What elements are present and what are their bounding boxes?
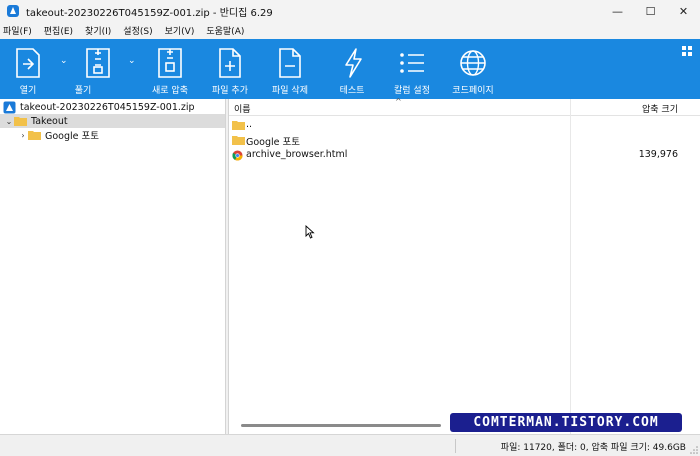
column-header-compressed-size[interactable]: 압축 크기 [642, 102, 678, 115]
column-settings-label: 칼럼 설정 [394, 86, 430, 96]
resize-grip-icon[interactable] [690, 446, 698, 454]
menu-file[interactable]: 파일(F) [3, 24, 32, 37]
status-separator [455, 439, 456, 453]
watermark: COMTERMAN.TISTORY.COM [450, 413, 682, 432]
add-file-label: 파일 추가 [212, 86, 248, 96]
title-bar: takeout-20230226T045159Z-001.zip - 반디집 6… [0, 0, 700, 22]
test-label: 테스트 [339, 86, 365, 96]
codepage-label: 코드페이지 [452, 86, 494, 96]
chevron-right-icon[interactable]: › [18, 131, 28, 140]
list-columns-icon [400, 53, 424, 73]
extract-label: 풀기 [74, 86, 92, 96]
folder-icon [28, 131, 41, 140]
new-archive-icon [158, 48, 182, 78]
window-title: takeout-20230226T045159Z-001.zip - 반디집 6… [26, 7, 273, 19]
delete-file-button[interactable]: 파일 삭제 [260, 39, 320, 99]
lightning-icon [345, 48, 362, 78]
folder-up-icon [232, 121, 245, 130]
close-button[interactable]: ✕ [667, 0, 700, 22]
chrome-html-icon [232, 150, 243, 161]
maximize-button[interactable]: ☐ [634, 0, 667, 22]
delete-file-icon [279, 48, 301, 78]
mouse-cursor-icon [305, 225, 315, 239]
file-name: Google 포토 [246, 137, 301, 148]
open-label: 열기 [19, 86, 37, 96]
extract-zip-icon [86, 48, 110, 78]
codepage-button[interactable]: 코드페이지 [442, 39, 504, 99]
view-grid-icon[interactable] [682, 46, 692, 56]
open-archive-icon [16, 48, 40, 78]
status-text: 파일: 11720, 폴더: 0, 압축 파일 크기: 49.6GB [500, 443, 686, 453]
globe-icon [460, 50, 486, 76]
folder-icon [232, 136, 245, 145]
add-file-button[interactable]: 파일 추가 [200, 39, 260, 99]
menu-edit[interactable]: 편집(E) [44, 24, 73, 37]
tree-archive-label: takeout-20230226T045159Z-001.zip [20, 101, 195, 113]
status-bar: 파일: 11720, 폴더: 0, 압축 파일 크기: 49.6GB [0, 434, 700, 456]
new-archive-button[interactable]: 새로 압축 [140, 39, 200, 99]
delete-file-label: 파일 삭제 [272, 86, 308, 96]
tree-takeout-label: Takeout [31, 115, 68, 127]
minimize-button[interactable]: — [601, 0, 634, 22]
add-file-icon [219, 48, 241, 78]
extract-button[interactable]: 풀기 [70, 39, 125, 99]
menu-view[interactable]: 보기(V) [165, 24, 195, 37]
column-header: ^ 이름 압축 크기 [229, 97, 700, 116]
tree-google-photos-label: Google 포토 [45, 131, 100, 142]
chevron-down-icon[interactable]: ⌄ [4, 117, 14, 126]
list-item-parent[interactable]: .. [229, 118, 700, 132]
zip-archive-icon [3, 101, 16, 113]
tree-item-google-photos[interactable]: › Google 포토 [18, 128, 100, 143]
toolbar: 열기 ⌄ 풀기 ⌄ 새로 압축 파일 추가 파일 삭제 테스트 칼럼 설정 코드… [0, 39, 700, 99]
window-controls: — ☐ ✕ [601, 0, 700, 22]
test-button[interactable]: 테스트 [325, 39, 380, 99]
folder-icon [14, 117, 27, 126]
extract-dropdown-arrow-icon[interactable]: ⌄ [128, 56, 136, 66]
open-dropdown-arrow-icon[interactable]: ⌄ [60, 56, 68, 66]
folder-tree: takeout-20230226T045159Z-001.zip ⌄ Takeo… [0, 99, 225, 434]
file-name: .. [246, 119, 253, 130]
file-list: ^ 이름 압축 크기 .. Google 포토 archive_browser.… [229, 97, 700, 434]
file-size: 139,976 [638, 149, 678, 160]
column-header-name[interactable]: 이름 [234, 102, 251, 115]
file-name: archive_browser.html [246, 149, 348, 160]
bandizip-app-icon [7, 5, 19, 17]
tree-item-takeout[interactable]: ⌄ Takeout [0, 114, 225, 128]
new-archive-label: 새로 압축 [152, 86, 188, 96]
column-settings-button[interactable]: 칼럼 설정 [382, 39, 442, 99]
open-button[interactable]: 열기 [0, 39, 50, 99]
list-item-google-photos[interactable]: Google 포토 [229, 133, 700, 148]
horizontal-scrollbar[interactable] [241, 424, 441, 427]
sort-ascending-icon: ^ [395, 97, 402, 106]
menu-find[interactable]: 찾기(I) [85, 24, 111, 37]
menu-bar: 파일(F) 편집(E) 찾기(I) 설정(S) 보기(V) 도움말(A) [0, 22, 700, 39]
list-item-archive-browser[interactable]: archive_browser.html 139,976 [229, 148, 700, 162]
menu-help[interactable]: 도움말(A) [206, 24, 244, 37]
tree-item-archive[interactable]: takeout-20230226T045159Z-001.zip [3, 100, 195, 114]
menu-settings[interactable]: 설정(S) [123, 24, 152, 37]
